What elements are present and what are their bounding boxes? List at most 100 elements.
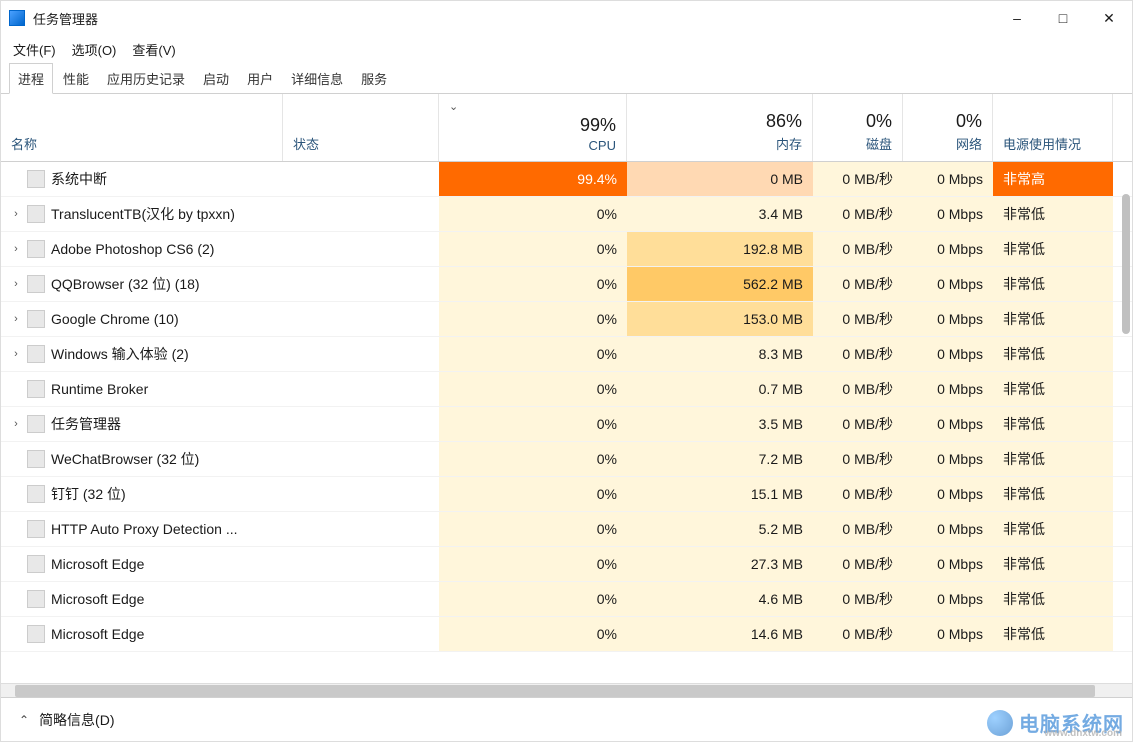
sort-chevron-icon: ⌄ xyxy=(449,100,458,113)
cell-disk: 0 MB/秒 xyxy=(813,512,903,546)
col-disk[interactable]: 0% 磁盘 xyxy=(813,94,903,161)
cell-power: 非常低 xyxy=(993,372,1113,406)
close-button[interactable]: ✕ xyxy=(1086,1,1132,35)
tabs: 进程 性能 应用历史记录 启动 用户 详细信息 服务 xyxy=(1,63,1132,94)
cell-cpu: 0% xyxy=(439,582,627,616)
menu-options[interactable]: 选项(O) xyxy=(72,40,117,59)
cell-memory: 5.2 MB xyxy=(627,512,813,546)
table-row[interactable]: 钉钉 (32 位)0%15.1 MB0 MB/秒0 Mbps非常低 xyxy=(1,477,1132,512)
vertical-scrollbar[interactable] xyxy=(1122,194,1130,334)
cell-cpu: 0% xyxy=(439,547,627,581)
col-network[interactable]: 0% 网络 xyxy=(903,94,993,161)
process-name: QQBrowser (32 位) (18) xyxy=(51,274,200,294)
cell-status xyxy=(283,512,439,546)
table-row[interactable]: WeChatBrowser (32 位)0%7.2 MB0 MB/秒0 Mbps… xyxy=(1,442,1132,477)
process-name: Microsoft Edge xyxy=(51,626,144,642)
process-name: 钉钉 (32 位) xyxy=(51,484,126,504)
watermark: 电脑系统网 www.dnxtw.com xyxy=(987,708,1124,737)
table-row[interactable]: Microsoft Edge0%4.6 MB0 MB/秒0 Mbps非常低 xyxy=(1,582,1132,617)
tab-processes[interactable]: 进程 xyxy=(9,63,53,94)
table-row[interactable]: Runtime Broker0%0.7 MB0 MB/秒0 Mbps非常低 xyxy=(1,372,1132,407)
expand-toggle[interactable]: › xyxy=(11,208,21,220)
maximize-button[interactable]: □ xyxy=(1040,1,1086,35)
fewer-details-link[interactable]: 简略信息(D) xyxy=(39,710,114,730)
task-manager-window: 任务管理器 – □ ✕ 文件(F) 选项(O) 查看(V) 进程 性能 应用历史… xyxy=(0,0,1133,742)
cell-memory: 0.7 MB xyxy=(627,372,813,406)
watermark-logo-icon xyxy=(987,710,1013,736)
minimize-button[interactable]: – xyxy=(994,1,1040,35)
cell-network: 0 Mbps xyxy=(903,372,993,406)
process-name: Windows 输入体验 (2) xyxy=(51,344,189,364)
table-row[interactable]: Microsoft Edge0%27.3 MB0 MB/秒0 Mbps非常低 xyxy=(1,547,1132,582)
tab-details[interactable]: 详细信息 xyxy=(283,64,351,93)
cell-disk: 0 MB/秒 xyxy=(813,442,903,476)
col-name[interactable]: 名称 xyxy=(1,94,283,161)
tab-startup[interactable]: 启动 xyxy=(195,64,237,93)
expand-toggle[interactable]: › xyxy=(11,278,21,290)
cell-power: 非常低 xyxy=(993,302,1113,336)
cell-power: 非常低 xyxy=(993,232,1113,266)
cell-status xyxy=(283,267,439,301)
expand-toggle[interactable]: › xyxy=(11,313,21,325)
chevron-up-icon[interactable]: ⌃ xyxy=(19,713,29,727)
col-cpu[interactable]: ⌄ 99% CPU xyxy=(439,94,627,161)
process-icon xyxy=(27,590,45,608)
table-row[interactable]: 系统中断99.4%0 MB0 MB/秒0 Mbps非常高 xyxy=(1,162,1132,197)
cell-status xyxy=(283,582,439,616)
process-icon xyxy=(27,345,45,363)
process-icon xyxy=(27,240,45,258)
cell-network: 0 Mbps xyxy=(903,232,993,266)
process-icon xyxy=(27,555,45,573)
cell-power: 非常高 xyxy=(993,162,1113,196)
menu-file[interactable]: 文件(F) xyxy=(13,40,56,59)
col-status[interactable]: 状态 xyxy=(283,94,439,161)
cell-network: 0 Mbps xyxy=(903,547,993,581)
table-row[interactable]: HTTP Auto Proxy Detection ...0%5.2 MB0 M… xyxy=(1,512,1132,547)
table-row[interactable]: Microsoft Edge0%14.6 MB0 MB/秒0 Mbps非常低 xyxy=(1,617,1132,652)
menu-view[interactable]: 查看(V) xyxy=(132,40,175,59)
cell-status xyxy=(283,337,439,371)
cell-network: 0 Mbps xyxy=(903,197,993,231)
process-name: Google Chrome (10) xyxy=(51,311,179,327)
cell-cpu: 99.4% xyxy=(439,162,627,196)
table-row[interactable]: ›Google Chrome (10)0%153.0 MB0 MB/秒0 Mbp… xyxy=(1,302,1132,337)
cell-power: 非常低 xyxy=(993,267,1113,301)
cell-memory: 3.5 MB xyxy=(627,407,813,441)
cell-status xyxy=(283,302,439,336)
expand-toggle[interactable]: › xyxy=(11,418,21,430)
cell-memory: 192.8 MB xyxy=(627,232,813,266)
table-row[interactable]: ›QQBrowser (32 位) (18)0%562.2 MB0 MB/秒0 … xyxy=(1,267,1132,302)
tab-services[interactable]: 服务 xyxy=(353,64,395,93)
cell-power: 非常低 xyxy=(993,442,1113,476)
cell-status xyxy=(283,617,439,651)
process-icon xyxy=(27,205,45,223)
cell-network: 0 Mbps xyxy=(903,617,993,651)
cell-disk: 0 MB/秒 xyxy=(813,302,903,336)
process-name: TranslucentTB(汉化 by tpxxn) xyxy=(51,204,235,224)
expand-toggle[interactable]: › xyxy=(11,243,21,255)
tab-performance[interactable]: 性能 xyxy=(55,64,97,93)
tab-users[interactable]: 用户 xyxy=(239,64,281,93)
col-power[interactable]: 电源使用情况 xyxy=(993,94,1113,161)
expand-toggle[interactable]: › xyxy=(11,348,21,360)
cell-power: 非常低 xyxy=(993,582,1113,616)
col-memory[interactable]: 86% 内存 xyxy=(627,94,813,161)
app-icon xyxy=(9,10,25,26)
horizontal-scrollbar[interactable] xyxy=(1,683,1132,697)
cell-status xyxy=(283,197,439,231)
cell-status xyxy=(283,407,439,441)
table-row[interactable]: ›Windows 输入体验 (2)0%8.3 MB0 MB/秒0 Mbps非常低 xyxy=(1,337,1132,372)
titlebar[interactable]: 任务管理器 – □ ✕ xyxy=(1,1,1132,35)
cell-disk: 0 MB/秒 xyxy=(813,232,903,266)
process-name: Adobe Photoshop CS6 (2) xyxy=(51,241,214,257)
cell-cpu: 0% xyxy=(439,477,627,511)
cell-network: 0 Mbps xyxy=(903,477,993,511)
horizontal-scrollbar-thumb[interactable] xyxy=(15,685,1095,697)
cell-cpu: 0% xyxy=(439,197,627,231)
cell-status xyxy=(283,477,439,511)
table-row[interactable]: ›任务管理器0%3.5 MB0 MB/秒0 Mbps非常低 xyxy=(1,407,1132,442)
table-row[interactable]: ›Adobe Photoshop CS6 (2)0%192.8 MB0 MB/秒… xyxy=(1,232,1132,267)
table-row[interactable]: ›TranslucentTB(汉化 by tpxxn)0%3.4 MB0 MB/… xyxy=(1,197,1132,232)
cell-disk: 0 MB/秒 xyxy=(813,197,903,231)
tab-app-history[interactable]: 应用历史记录 xyxy=(99,64,193,93)
